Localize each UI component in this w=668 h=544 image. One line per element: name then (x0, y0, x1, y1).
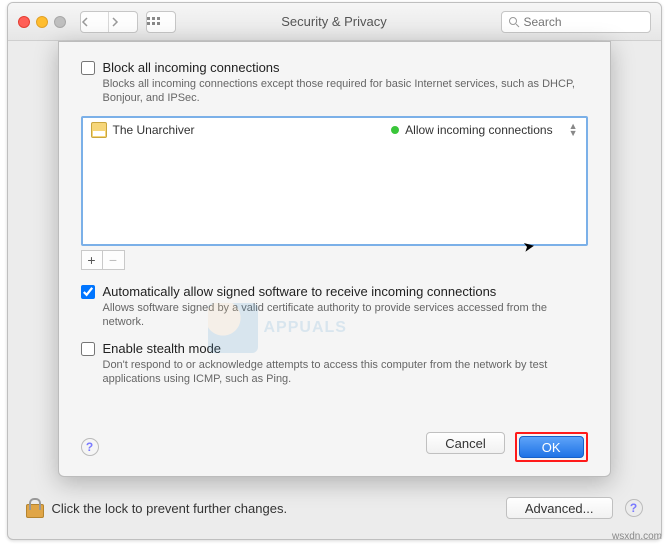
app-list[interactable]: The Unarchiver Allow incoming connection… (81, 116, 588, 246)
add-button[interactable]: + (81, 250, 103, 270)
add-remove-segment: + − (81, 250, 588, 270)
lock-icon[interactable] (26, 498, 42, 518)
titlebar: Security & Privacy (8, 3, 661, 41)
ok-button[interactable]: OK (519, 436, 584, 458)
firewall-options-sheet: Block all incoming connections Blocks al… (58, 41, 611, 477)
app-name: The Unarchiver (113, 123, 195, 137)
search-icon (508, 16, 520, 28)
credit-text: wsxdn.com (612, 531, 662, 542)
close-icon[interactable] (18, 16, 30, 28)
block-all-desc: Blocks all incoming connections except t… (103, 77, 588, 106)
auto-allow-checkbox[interactable] (81, 285, 95, 299)
minimize-icon[interactable] (36, 16, 48, 28)
block-all-checkbox[interactable] (81, 61, 95, 75)
preferences-window: Security & Privacy Block all incoming co… (7, 2, 662, 540)
stealth-desc: Don't respond to or acknowledge attempts… (103, 358, 588, 387)
app-icon (91, 122, 107, 138)
lock-text: Click the lock to prevent further change… (52, 501, 288, 516)
show-all-button[interactable] (146, 11, 176, 33)
advanced-button[interactable]: Advanced... (506, 497, 613, 519)
search-field[interactable] (501, 11, 651, 33)
zoom-icon (54, 16, 66, 28)
app-status-cell[interactable]: Allow incoming connections ▲▼ (391, 123, 577, 137)
app-status-label: Allow incoming connections (405, 123, 552, 137)
forward-button[interactable] (109, 12, 137, 32)
back-button[interactable] (81, 12, 109, 32)
auto-allow-label: Automatically allow signed software to r… (103, 284, 497, 299)
bottom-bar: Click the lock to prevent further change… (8, 477, 661, 539)
status-dot-icon (391, 126, 399, 134)
app-row[interactable]: The Unarchiver Allow incoming connection… (83, 118, 586, 142)
remove-button: − (103, 250, 125, 270)
help-button[interactable]: ? (81, 438, 99, 456)
stealth-label: Enable stealth mode (103, 341, 222, 356)
stepper-icon[interactable]: ▲▼ (569, 123, 578, 137)
stealth-checkbox[interactable] (81, 342, 95, 356)
help-button-main[interactable]: ? (625, 499, 643, 517)
nav-back-forward[interactable] (80, 11, 138, 33)
auto-allow-desc: Allows software signed by a valid certif… (103, 301, 588, 330)
search-input[interactable] (524, 15, 634, 29)
window-controls (18, 16, 66, 28)
cancel-button[interactable]: Cancel (426, 432, 504, 454)
block-all-label: Block all incoming connections (103, 60, 280, 75)
ok-highlight: OK (515, 432, 588, 462)
